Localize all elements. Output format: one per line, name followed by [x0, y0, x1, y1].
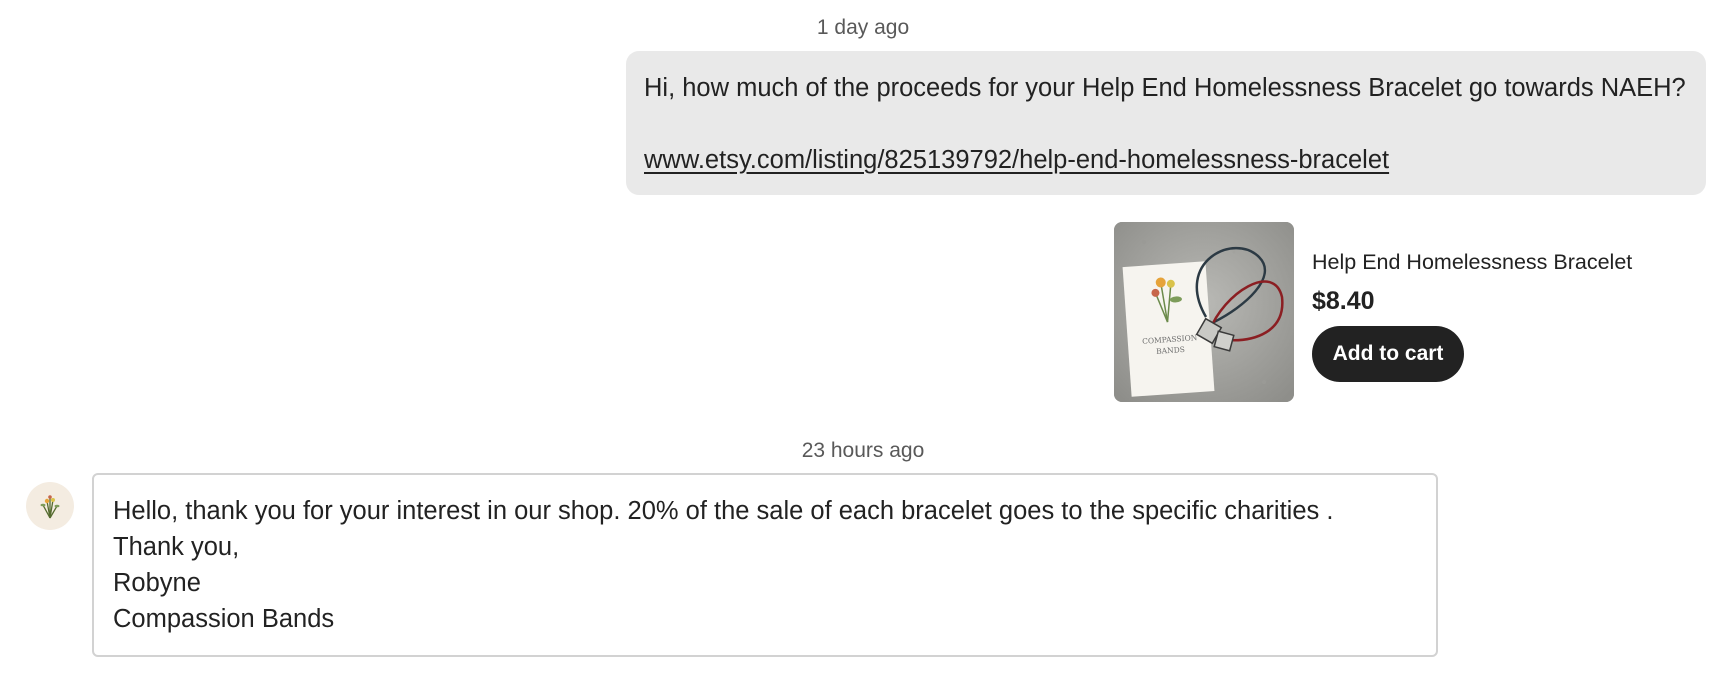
timestamp-incoming: 23 hours ago — [801, 439, 925, 462]
outgoing-message-bubble: Hi, how much of the proceeds for your He… — [626, 51, 1706, 195]
listing-title[interactable]: Help End Homelessness Bracelet — [1312, 250, 1632, 275]
listing-price: $8.40 — [1312, 287, 1375, 315]
bracelet-photo-icon: COMPASSION BANDS — [1114, 222, 1294, 402]
add-to-cart-button[interactable]: Add to cart — [1312, 326, 1464, 382]
listing-link[interactable]: www.etsy.com/listing/825139792/help-end-… — [644, 142, 1389, 178]
incoming-message-line: Hello, thank you for your interest in ou… — [113, 497, 1334, 525]
incoming-message-line: Compassion Bands — [113, 605, 335, 633]
outgoing-message-text: Hi, how much of the proceeds for your He… — [644, 74, 1686, 102]
incoming-message-line: Robyne — [113, 569, 201, 597]
timestamp-outgoing: 1 day ago — [816, 16, 910, 39]
avatar[interactable] — [26, 482, 74, 530]
listing-image[interactable]: COMPASSION BANDS — [1114, 222, 1294, 402]
flower-bouquet-icon — [40, 495, 60, 519]
incoming-message-bubble: Hello, thank you for your interest in ou… — [92, 473, 1438, 657]
incoming-message-line: Thank you, — [113, 533, 240, 561]
listing-info: Help End Homelessness Bracelet $8.40 Add… — [1312, 250, 1632, 382]
